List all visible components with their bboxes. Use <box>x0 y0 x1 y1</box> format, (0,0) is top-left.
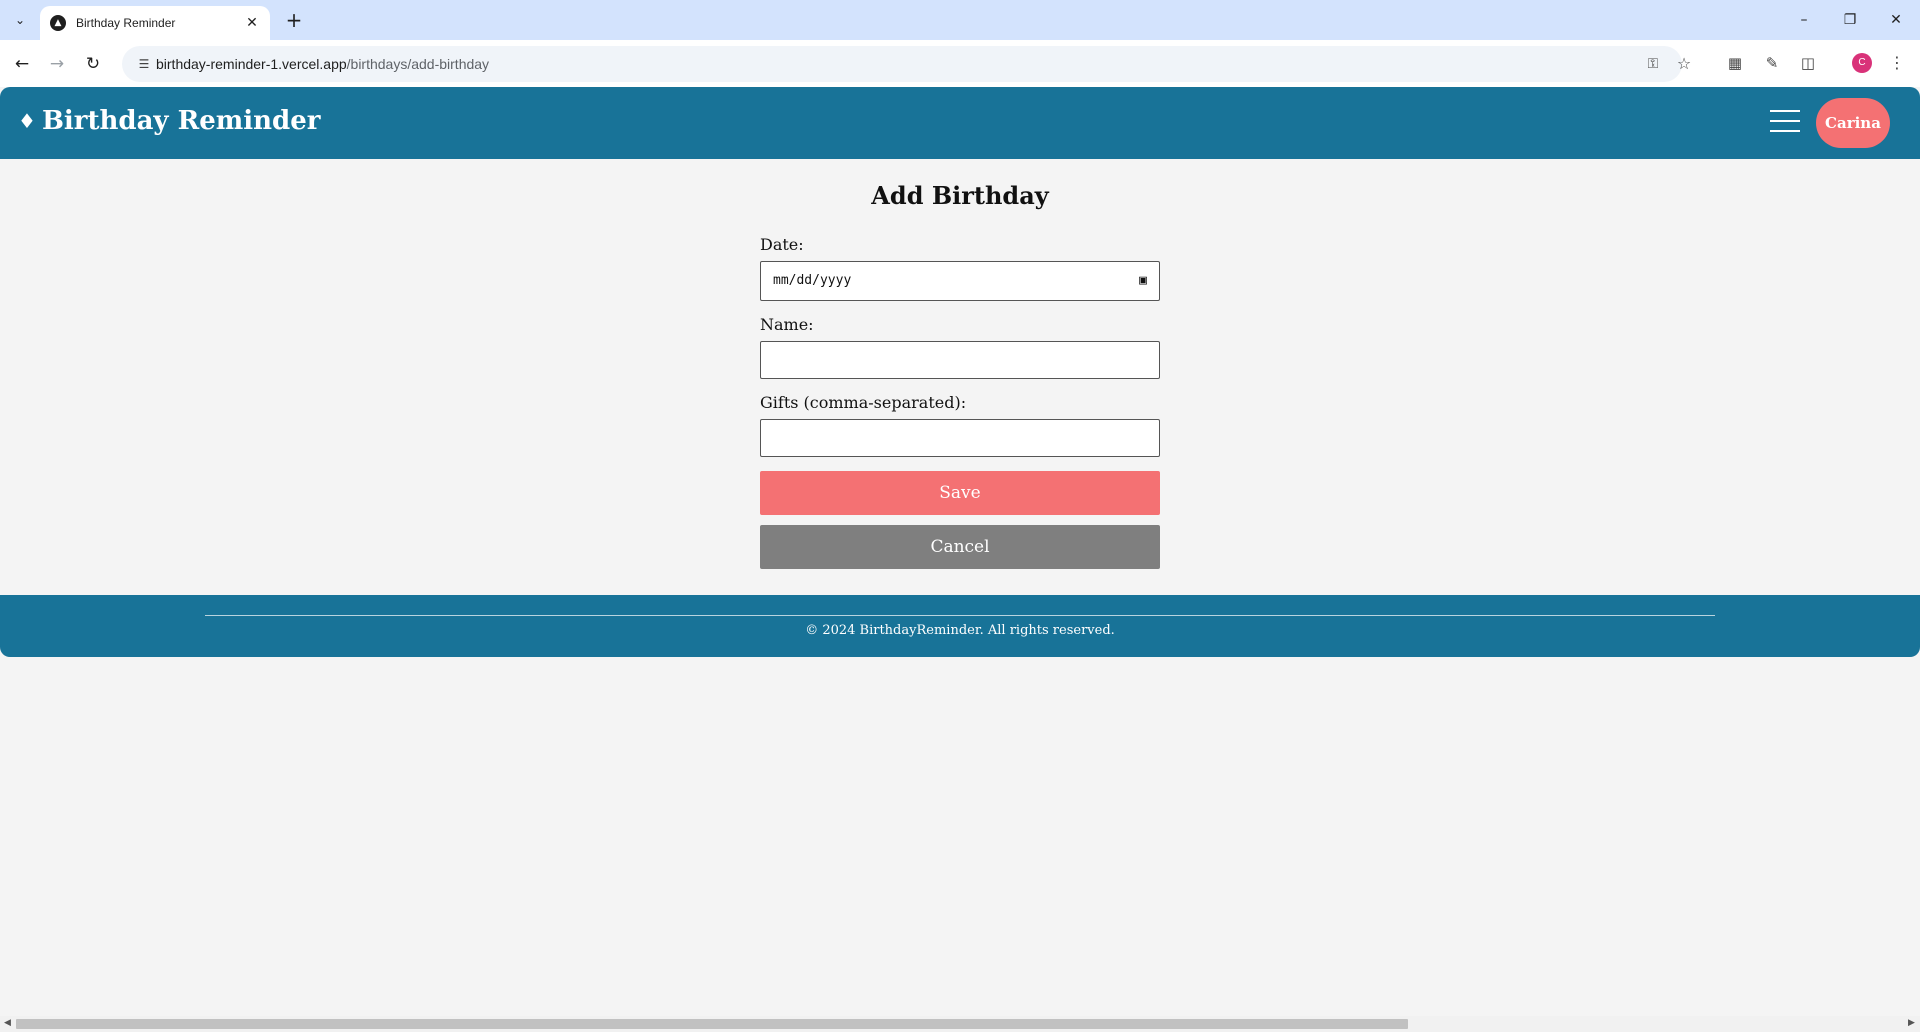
add-birthday-form: Date: mm/dd/yyyy ▣ Name: Gifts (comma-se… <box>760 235 1160 569</box>
footer-divider <box>205 615 1715 616</box>
minimize-icon[interactable]: – <box>1788 8 1820 32</box>
cake-icon: ♦ <box>18 109 36 133</box>
gifts-label: Gifts (comma-separated): <box>760 393 967 412</box>
calendar-icon[interactable]: ▣ <box>1139 273 1147 288</box>
page-title: Add Birthday <box>871 181 1049 210</box>
close-window-icon[interactable]: ✕ <box>1880 8 1912 32</box>
pen-icon[interactable]: ✎ <box>1760 51 1784 75</box>
date-input[interactable]: mm/dd/yyyy ▣ <box>760 261 1160 301</box>
bookmark-star-icon[interactable]: ☆ <box>1674 54 1694 74</box>
address-bar[interactable]: ☰ birthday-reminder-1.vercel.app/birthda… <box>122 46 1691 82</box>
tab-search-icon[interactable]: ⌄ <box>8 9 32 31</box>
reload-icon[interactable]: ↻ <box>80 51 106 77</box>
browser-tab[interactable]: ▲ Birthday Reminder ✕ <box>40 6 270 40</box>
profile-avatar[interactable]: C <box>1852 53 1872 73</box>
main-content: Add Birthday Date: mm/dd/yyyy ▣ Name: Gi… <box>0 159 1920 595</box>
password-key-icon[interactable]: ⚿ <box>1643 54 1663 74</box>
brand-title: Birthday Reminder <box>41 106 321 136</box>
new-tab-icon[interactable]: + <box>282 8 306 32</box>
name-label: Name: <box>760 315 814 334</box>
scroll-left-icon[interactable]: ◀ <box>4 1018 11 1028</box>
cancel-button[interactable]: Cancel <box>760 525 1160 569</box>
url-host: birthday-reminder-1.vercel.app <box>156 56 347 72</box>
horizontal-scrollbar[interactable]: ◀ ▶ <box>0 1016 1920 1032</box>
close-tab-icon[interactable]: ✕ <box>242 15 262 31</box>
user-button[interactable]: Carina <box>1816 98 1890 148</box>
tab-title: Birthday Reminder <box>76 16 176 30</box>
forward-icon[interactable]: → <box>44 51 70 77</box>
gifts-input[interactable] <box>760 419 1160 457</box>
name-input[interactable] <box>760 341 1160 379</box>
back-icon[interactable]: ← <box>9 51 35 77</box>
site-info-icon[interactable]: ☰ <box>134 54 154 74</box>
menu-dots-icon[interactable]: ⋮ <box>1885 51 1909 75</box>
scroll-right-icon[interactable]: ▶ <box>1908 1018 1915 1028</box>
tab-strip: ⌄ ▲ Birthday Reminder ✕ + – ❐ ✕ <box>0 0 1920 40</box>
url-path: /birthdays/add-birthday <box>346 56 490 72</box>
brand[interactable]: ♦ Birthday Reminder <box>18 106 320 136</box>
favicon-icon: ▲ <box>50 15 66 31</box>
app-header: ♦ Birthday Reminder Carina <box>0 87 1920 159</box>
restore-icon[interactable]: ❐ <box>1834 8 1866 32</box>
url-text[interactable]: birthday-reminder-1.vercel.app/birthdays… <box>156 56 489 72</box>
hamburger-icon[interactable] <box>1770 110 1800 134</box>
extension-icon[interactable]: ▦ <box>1723 51 1747 75</box>
date-label: Date: <box>760 235 804 254</box>
save-button[interactable]: Save <box>760 471 1160 515</box>
puzzle-icon[interactable]: ◫ <box>1796 51 1820 75</box>
date-placeholder: mm/dd/yyyy <box>773 273 852 288</box>
browser-toolbar: ← → ↻ ☰ birthday-reminder-1.vercel.app/b… <box>0 40 1920 87</box>
footer: © 2024 BirthdayReminder. All rights rese… <box>0 595 1920 657</box>
scrollbar-thumb[interactable] <box>16 1019 1408 1029</box>
footer-copyright: © 2024 BirthdayReminder. All rights rese… <box>805 623 1115 638</box>
